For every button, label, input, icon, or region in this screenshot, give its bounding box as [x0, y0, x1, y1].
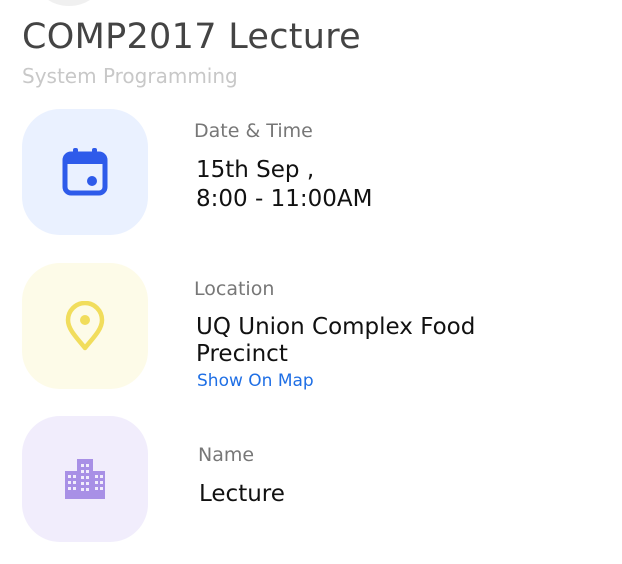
page-subtitle: System Programming	[22, 64, 238, 88]
location-label: Location	[194, 278, 275, 300]
name-tile	[22, 416, 148, 542]
location-tile	[22, 263, 148, 389]
datetime-date: 15th Sep ,	[196, 157, 315, 183]
map-pin-icon	[65, 301, 105, 351]
datetime-label: Date & Time	[194, 120, 313, 142]
page-title: COMP2017 Lecture	[22, 17, 362, 57]
datetime-time: 8:00 - 11:00AM	[196, 186, 373, 212]
avatar	[38, 0, 100, 6]
building-icon	[63, 457, 107, 501]
calendar-icon	[61, 147, 109, 197]
name-label: Name	[198, 444, 255, 466]
show-on-map-link[interactable]: Show On Map	[197, 371, 314, 391]
event-details-page: COMP2017 Lecture System Programming Date…	[0, 0, 622, 564]
location-line-2: Precinct	[196, 341, 288, 367]
datetime-tile	[22, 109, 148, 235]
name-value: Lecture	[199, 481, 285, 507]
location-line-1: UQ Union Complex Food	[196, 314, 476, 340]
